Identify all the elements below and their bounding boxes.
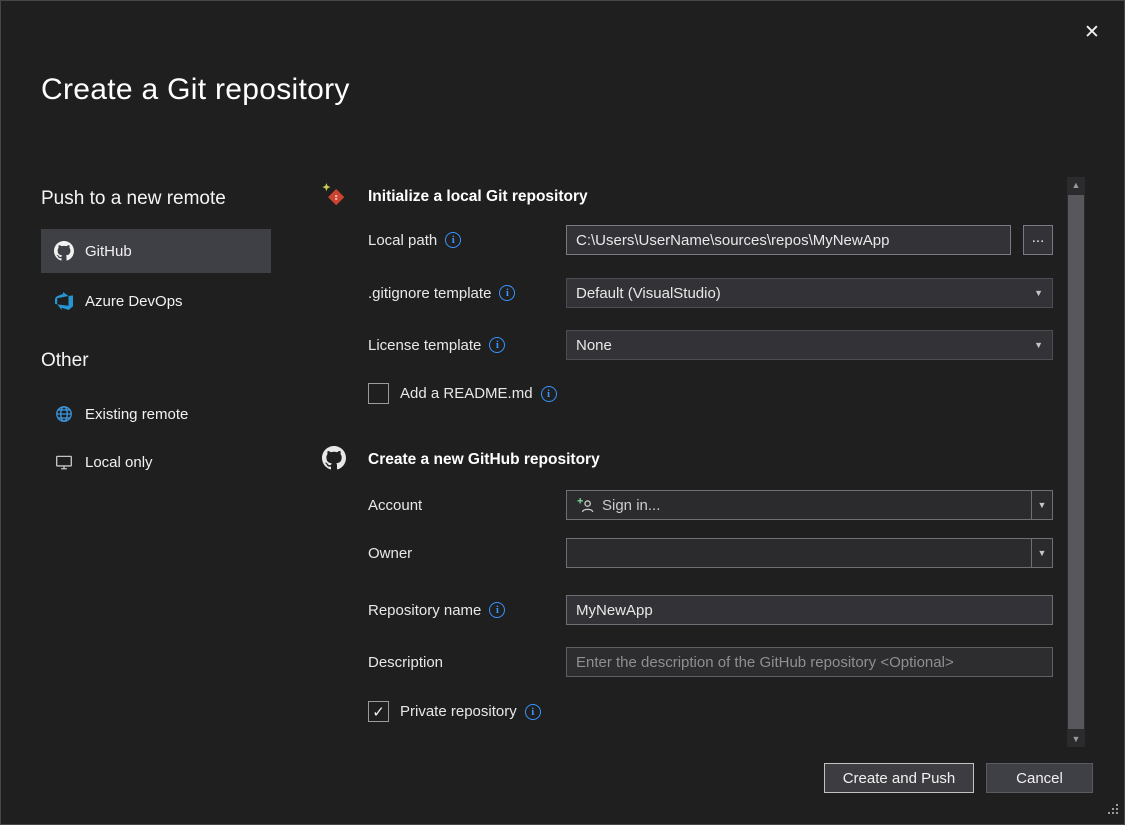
sidebar-item-label: Azure DevOps bbox=[85, 293, 183, 310]
owner-label: Owner bbox=[368, 538, 412, 568]
account-combo[interactable]: Sign in... ▼ bbox=[566, 490, 1053, 520]
readme-checkbox-row: Add a README.md i bbox=[368, 383, 557, 404]
description-label: Description bbox=[368, 647, 443, 677]
info-icon[interactable]: i bbox=[541, 386, 557, 402]
info-icon[interactable]: i bbox=[499, 285, 515, 301]
local-path-input[interactable] bbox=[566, 225, 1011, 255]
azure-devops-icon bbox=[54, 292, 74, 310]
private-checkbox-row: ✓ Private repository i bbox=[368, 701, 541, 722]
cancel-button[interactable]: Cancel bbox=[986, 763, 1093, 793]
info-icon[interactable]: i bbox=[489, 337, 505, 353]
repository-name-input[interactable] bbox=[566, 595, 1053, 625]
sidebar-item-label: GitHub bbox=[85, 243, 132, 260]
chevron-down-icon: ▼ bbox=[1034, 288, 1043, 298]
sidebar-item-existing-remote[interactable]: Existing remote bbox=[41, 394, 271, 434]
github-section-icon bbox=[322, 446, 346, 470]
scroll-up-icon[interactable]: ▲ bbox=[1067, 177, 1085, 193]
account-value: Sign in... bbox=[602, 497, 660, 514]
sidebar-item-label: Local only bbox=[85, 454, 153, 471]
browse-button[interactable]: ... bbox=[1023, 225, 1053, 255]
info-icon[interactable]: i bbox=[489, 602, 505, 618]
dropdown-value: None bbox=[576, 337, 612, 354]
description-input[interactable] bbox=[566, 647, 1053, 677]
push-remote-heading: Push to a new remote bbox=[41, 188, 226, 210]
github-icon bbox=[54, 241, 74, 261]
new-repository-icon bbox=[321, 182, 347, 208]
computer-icon bbox=[54, 453, 74, 471]
sign-in-person-icon bbox=[575, 497, 595, 514]
license-template-label: License template i bbox=[368, 330, 505, 360]
sidebar-item-azure-devops[interactable]: Azure DevOps bbox=[41, 281, 271, 321]
dropdown-value: Default (VisualStudio) bbox=[576, 285, 721, 302]
create-git-repository-dialog: Create a Git repository ✕ Push to a new … bbox=[0, 0, 1125, 825]
gitignore-template-dropdown[interactable]: Default (VisualStudio) ▼ bbox=[566, 278, 1053, 308]
globe-icon bbox=[54, 405, 74, 423]
private-repository-checkbox[interactable]: ✓ bbox=[368, 701, 389, 722]
chevron-down-icon[interactable]: ▼ bbox=[1031, 491, 1052, 519]
private-repository-label: Private repository i bbox=[400, 703, 541, 720]
chevron-down-icon[interactable]: ▼ bbox=[1031, 539, 1052, 567]
info-icon[interactable]: i bbox=[525, 704, 541, 720]
repository-name-label: Repository name i bbox=[368, 595, 505, 625]
close-icon[interactable]: ✕ bbox=[1077, 17, 1107, 47]
info-icon[interactable]: i bbox=[445, 232, 461, 248]
page-title: Create a Git repository bbox=[41, 73, 350, 107]
vertical-scrollbar[interactable]: ▲ ▼ bbox=[1067, 177, 1085, 747]
sidebar-item-github[interactable]: GitHub bbox=[41, 229, 271, 273]
account-label: Account bbox=[368, 490, 422, 520]
readme-label: Add a README.md i bbox=[400, 385, 557, 402]
other-heading: Other bbox=[41, 350, 89, 372]
sidebar-item-local-only[interactable]: Local only bbox=[41, 442, 271, 482]
scroll-down-icon[interactable]: ▼ bbox=[1067, 731, 1085, 747]
github-section-heading: Create a new GitHub repository bbox=[368, 451, 600, 469]
create-and-push-button[interactable]: Create and Push bbox=[824, 763, 974, 793]
owner-combo[interactable]: ▼ bbox=[566, 538, 1053, 568]
gitignore-template-label: .gitignore template i bbox=[368, 278, 515, 308]
license-template-dropdown[interactable]: None ▼ bbox=[566, 330, 1053, 360]
chevron-down-icon: ▼ bbox=[1034, 340, 1043, 350]
initialize-section-heading: Initialize a local Git repository bbox=[368, 188, 588, 206]
readme-checkbox[interactable] bbox=[368, 383, 389, 404]
local-path-label: Local path i bbox=[368, 225, 461, 255]
scrollbar-thumb[interactable] bbox=[1068, 195, 1084, 729]
resize-grip[interactable] bbox=[1105, 801, 1119, 819]
sidebar-item-label: Existing remote bbox=[85, 406, 188, 423]
